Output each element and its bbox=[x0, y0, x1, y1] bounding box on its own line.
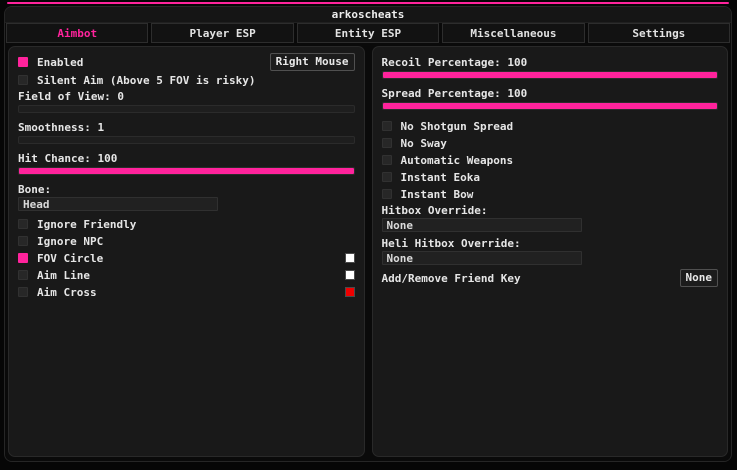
title-bar[interactable]: arkoscheats bbox=[5, 7, 731, 23]
tab-entity-esp[interactable]: Entity ESP bbox=[296, 23, 440, 43]
no-shotgun-spread-checkbox[interactable] bbox=[381, 121, 392, 131]
no-shotgun-spread-label: No Shotgun Spread bbox=[400, 119, 514, 133]
silent-aim-checkbox[interactable] bbox=[18, 75, 28, 85]
tab-miscellaneous[interactable]: Miscellaneous bbox=[442, 23, 585, 43]
tab-player-esp[interactable]: Player ESP bbox=[151, 23, 294, 43]
no-shotgun-spread-row[interactable]: No Shotgun Spread bbox=[381, 118, 719, 134]
enabled-label: Enabled bbox=[37, 55, 84, 69]
field-of-view-slider[interactable] bbox=[18, 105, 355, 113]
ignore-npc-row[interactable]: Ignore NPC bbox=[18, 233, 355, 249]
tab-bar: Aimbot Player ESP Entity ESP Miscellaneo… bbox=[5, 23, 731, 43]
top-accent-line bbox=[7, 2, 729, 4]
ignore-npc-checkbox[interactable] bbox=[18, 236, 28, 246]
fov-circle-label: FOV Circle bbox=[37, 251, 104, 265]
hitbox-override-input[interactable] bbox=[381, 218, 582, 232]
ignore-friendly-row[interactable]: Ignore Friendly bbox=[18, 216, 355, 232]
weapons-panel: Recoil Percentage: 100 Spread Percentage… bbox=[371, 46, 728, 457]
bone-label: Bone: bbox=[18, 183, 52, 196]
fov-circle-row[interactable]: FOV Circle bbox=[18, 250, 355, 266]
spread-percentage-slider[interactable] bbox=[381, 102, 718, 110]
slider-fill bbox=[382, 72, 717, 78]
ignore-friendly-label: Ignore Friendly bbox=[37, 217, 137, 231]
tab-label: Aimbot bbox=[57, 26, 98, 40]
ignore-npc-label: Ignore NPC bbox=[37, 234, 104, 248]
automatic-weapons-row[interactable]: Automatic Weapons bbox=[381, 152, 719, 168]
smoothness-slider[interactable] bbox=[18, 136, 355, 144]
ignore-friendly-checkbox[interactable] bbox=[18, 219, 28, 229]
aim-cross-color-swatch[interactable] bbox=[344, 287, 355, 297]
bone-input[interactable] bbox=[18, 197, 218, 211]
tab-aimbot[interactable]: Aimbot bbox=[6, 23, 149, 43]
recoil-percentage-slider[interactable] bbox=[381, 71, 718, 79]
aim-cross-checkbox[interactable] bbox=[18, 287, 28, 297]
aim-line-color-swatch[interactable] bbox=[344, 270, 355, 280]
no-sway-row[interactable]: No Sway bbox=[381, 135, 719, 151]
tab-label: Player ESP bbox=[189, 26, 256, 40]
spread-percentage-label: Spread Percentage: 100 bbox=[381, 87, 528, 100]
heli-hitbox-override-input[interactable] bbox=[381, 251, 582, 265]
fov-circle-color-swatch[interactable] bbox=[344, 253, 355, 263]
automatic-weapons-checkbox[interactable] bbox=[381, 155, 392, 165]
instant-bow-label: Instant Bow bbox=[400, 187, 474, 201]
enabled-row[interactable]: Enabled Right Mouse bbox=[18, 53, 355, 71]
smoothness-label: Smoothness: 1 bbox=[18, 121, 105, 134]
aim-line-label: Aim Line bbox=[37, 268, 90, 282]
aimbot-keybind-button[interactable]: Right Mouse bbox=[269, 53, 355, 71]
fov-circle-checkbox[interactable] bbox=[18, 253, 28, 263]
friend-key-button[interactable]: None bbox=[679, 269, 718, 287]
slider-fill bbox=[382, 103, 717, 109]
aim-cross-label: Aim Cross bbox=[37, 285, 97, 299]
tab-label: Settings bbox=[632, 26, 686, 40]
hit-chance-slider[interactable] bbox=[18, 167, 355, 175]
friend-key-row: Add/Remove Friend Key None bbox=[381, 269, 718, 287]
no-sway-label: No Sway bbox=[400, 136, 447, 150]
aim-cross-row[interactable]: Aim Cross bbox=[18, 284, 355, 300]
instant-eoka-row[interactable]: Instant Eoka bbox=[381, 169, 719, 185]
aim-line-checkbox[interactable] bbox=[18, 270, 28, 280]
aim-line-row[interactable]: Aim Line bbox=[18, 267, 355, 283]
instant-eoka-checkbox[interactable] bbox=[381, 172, 392, 182]
window-title: arkoscheats bbox=[331, 8, 405, 21]
hit-chance-label: Hit Chance: 100 bbox=[18, 152, 118, 165]
tab-label: Miscellaneous bbox=[470, 26, 557, 40]
friend-key-label: Add/Remove Friend Key bbox=[381, 271, 521, 285]
field-of-view-label: Field of View: 0 bbox=[18, 90, 124, 103]
no-sway-checkbox[interactable] bbox=[381, 138, 392, 148]
automatic-weapons-label: Automatic Weapons bbox=[400, 153, 514, 167]
silent-aim-label: Silent Aim (Above 5 FOV is risky) bbox=[37, 73, 256, 87]
aimbot-panel: Enabled Right Mouse Silent Aim (Above 5 … bbox=[8, 46, 365, 457]
tab-settings[interactable]: Settings bbox=[587, 23, 731, 43]
tab-label: Entity ESP bbox=[334, 26, 402, 40]
silent-aim-row[interactable]: Silent Aim (Above 5 FOV is risky) bbox=[18, 72, 355, 88]
instant-eoka-label: Instant Eoka bbox=[400, 170, 480, 184]
content-area: Enabled Right Mouse Silent Aim (Above 5 … bbox=[5, 43, 731, 461]
cheat-window: arkoscheats Aimbot Player ESP Entity ESP… bbox=[4, 6, 732, 462]
slider-fill bbox=[19, 168, 354, 174]
recoil-percentage-label: Recoil Percentage: 100 bbox=[381, 56, 528, 69]
heli-hitbox-override-label: Heli Hitbox Override: bbox=[381, 237, 521, 250]
instant-bow-row[interactable]: Instant Bow bbox=[381, 186, 719, 202]
enabled-checkbox[interactable] bbox=[18, 57, 28, 67]
hitbox-override-label: Hitbox Override: bbox=[381, 204, 488, 217]
instant-bow-checkbox[interactable] bbox=[381, 189, 392, 199]
